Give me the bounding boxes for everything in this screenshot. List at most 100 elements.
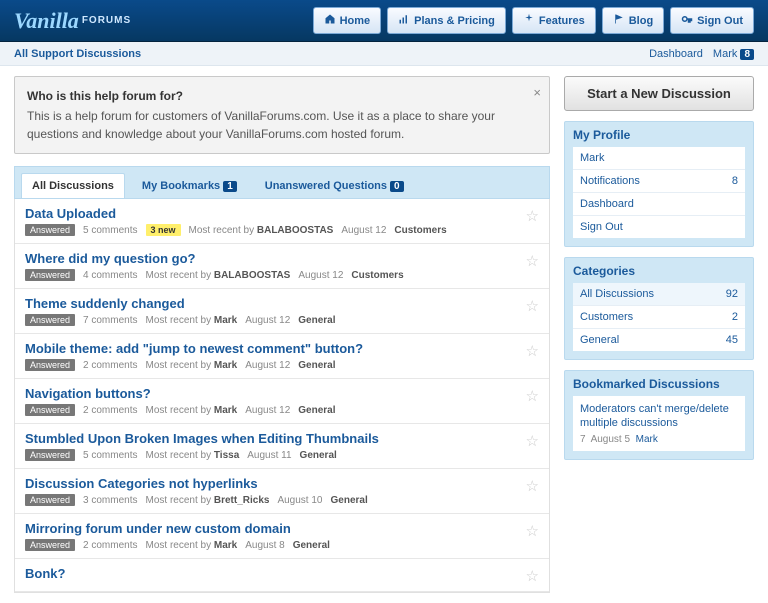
main-column: × Who is this help forum for? This is a … — [14, 76, 550, 593]
discussion-date: August 12 — [341, 225, 386, 236]
bookmark-star-icon[interactable]: ☆ — [526, 477, 539, 495]
discussion-date: August 12 — [245, 405, 290, 416]
discussion-tabs: All DiscussionsMy Bookmarks1Unanswered Q… — [21, 173, 543, 198]
sidebar: Start a New Discussion My Profile MarkNo… — [564, 76, 754, 593]
bookmarks-heading: Bookmarked Discussions — [573, 377, 745, 391]
comment-count: 5 comments — [83, 225, 137, 236]
discussion-category[interactable]: General — [300, 450, 337, 461]
discussion-category[interactable]: Customers — [351, 270, 403, 281]
dashboard-link[interactable]: Dashboard — [649, 48, 703, 60]
discussion-tabs-wrap: All DiscussionsMy Bookmarks1Unanswered Q… — [14, 166, 550, 199]
bookmark-star-icon[interactable]: ☆ — [526, 567, 539, 585]
recent-by: Most recent by Mark — [146, 360, 238, 371]
categories-heading: Categories — [573, 264, 745, 278]
discussion-title[interactable]: Data Uploaded — [25, 206, 539, 221]
recent-by: Most recent by Tissa — [146, 450, 240, 461]
new-tag[interactable]: 3 new — [146, 224, 181, 236]
discussion-title[interactable]: Stumbled Upon Broken Images when Editing… — [25, 431, 539, 446]
category-item[interactable]: All Discussions92 — [573, 283, 745, 306]
discussion-title[interactable]: Discussion Categories not hyperlinks — [25, 476, 539, 491]
answered-tag: Answered — [25, 269, 75, 281]
comment-count: 2 comments — [83, 540, 137, 551]
recent-by: Most recent by Brett_Ricks — [146, 495, 270, 506]
bookmark-star-icon[interactable]: ☆ — [526, 207, 539, 225]
recent-by: Most recent by Mark — [146, 315, 238, 326]
bookmark-star-icon[interactable]: ☆ — [526, 522, 539, 540]
nav-features[interactable]: Features — [512, 7, 596, 34]
answered-tag: Answered — [25, 359, 75, 371]
category-item[interactable]: Customers2 — [573, 306, 745, 329]
logo-word: FORUMS — [82, 15, 131, 26]
nav-home[interactable]: Home — [313, 7, 382, 34]
discussion-title[interactable]: Bonk? — [25, 566, 539, 581]
tab-unanswered-questions[interactable]: Unanswered Questions0 — [254, 173, 415, 198]
flag-icon — [613, 13, 625, 28]
tab-my-bookmarks[interactable]: My Bookmarks1 — [131, 173, 248, 198]
comment-count: 3 comments — [83, 495, 137, 506]
discussion-title[interactable]: Mobile theme: add "jump to newest commen… — [25, 341, 539, 356]
bookmarks-panel: Bookmarked Discussions Moderators can't … — [564, 370, 754, 460]
discussion-category[interactable]: Customers — [394, 225, 446, 236]
profile-item[interactable]: Notifications8 — [573, 170, 745, 193]
answered-tag: Answered — [25, 224, 75, 236]
profile-item[interactable]: Mark — [573, 147, 745, 170]
sub-navigation: All Support Discussions Dashboard Mark 8 — [0, 42, 768, 66]
discussion-category[interactable]: General — [298, 360, 335, 371]
site-logo[interactable]: Vanilla FORUMS — [14, 8, 313, 34]
answered-tag: Answered — [25, 494, 75, 506]
notice-body: This is a help forum for customers of Va… — [27, 109, 495, 141]
discussion-date: August 12 — [245, 360, 290, 371]
discussion-row: ☆Data UploadedAnswered5 comments3 newMos… — [15, 199, 549, 244]
recent-by: Most recent by BALABOOSTAS — [146, 270, 291, 281]
key-icon — [681, 13, 693, 28]
profile-panel: My Profile MarkNotifications8DashboardSi… — [564, 121, 754, 247]
bookmark-star-icon[interactable]: ☆ — [526, 342, 539, 360]
user-link[interactable]: Mark — [713, 48, 737, 60]
category-item[interactable]: General45 — [573, 329, 745, 351]
discussion-category[interactable]: General — [331, 495, 368, 506]
discussion-category[interactable]: General — [298, 405, 335, 416]
bars-icon — [398, 13, 410, 28]
bookmark-star-icon[interactable]: ☆ — [526, 297, 539, 315]
discussion-title[interactable]: Mirroring forum under new custom domain — [25, 521, 539, 536]
bookmark-star-icon[interactable]: ☆ — [526, 432, 539, 450]
answered-tag: Answered — [25, 314, 75, 326]
bookmark-star-icon[interactable]: ☆ — [526, 387, 539, 405]
bookmark-title[interactable]: Moderators can't merge/delete multiple d… — [580, 402, 738, 431]
discussion-date: August 12 — [245, 315, 290, 326]
logo-script: Vanilla — [14, 8, 79, 34]
recent-by: Most recent by Mark — [146, 540, 238, 551]
home-icon — [324, 13, 336, 28]
breadcrumb[interactable]: All Support Discussions — [14, 48, 649, 60]
discussion-category[interactable]: General — [298, 315, 335, 326]
close-icon[interactable]: × — [533, 83, 541, 103]
user-notification-count[interactable]: 8 — [740, 49, 754, 60]
profile-item[interactable]: Dashboard — [573, 193, 745, 216]
nav-sign-out[interactable]: Sign Out — [670, 7, 754, 34]
comment-count: 7 comments — [83, 315, 137, 326]
comment-count: 2 comments — [83, 405, 137, 416]
bookmark-author[interactable]: Mark — [636, 434, 658, 445]
discussion-title[interactable]: Where did my question go? — [25, 251, 539, 266]
discussion-row: ☆Bonk? — [15, 559, 549, 592]
nav-plans-pricing[interactable]: Plans & Pricing — [387, 7, 506, 34]
bookmark-meta: 7 August 5 Mark — [580, 434, 738, 445]
new-discussion-button[interactable]: Start a New Discussion — [564, 76, 754, 111]
nav-blog[interactable]: Blog — [602, 7, 664, 34]
answered-tag: Answered — [25, 404, 75, 416]
comment-count: 5 comments — [83, 450, 137, 461]
discussion-row: ☆Navigation buttons? Answered 2 comments Mo… — [15, 379, 549, 424]
discussion-row: ☆Mobile theme: add "jump to newest comme… — [15, 334, 549, 379]
discussion-list: ☆Data UploadedAnswered5 comments3 newMos… — [14, 199, 550, 593]
tab-all-discussions[interactable]: All Discussions — [21, 173, 125, 198]
discussion-title[interactable]: Theme suddenly changed — [25, 296, 539, 311]
profile-heading: My Profile — [573, 128, 745, 142]
discussion-category[interactable]: General — [293, 540, 330, 551]
comment-count: 4 comments — [83, 270, 137, 281]
discussion-title[interactable]: Navigation buttons? — [25, 386, 539, 401]
recent-by: Most recent by Mark — [146, 405, 238, 416]
discussion-date: August 8 — [245, 540, 284, 551]
discussion-row: ☆Mirroring forum under new custom domain… — [15, 514, 549, 559]
profile-item[interactable]: Sign Out — [573, 216, 745, 238]
bookmark-star-icon[interactable]: ☆ — [526, 252, 539, 270]
